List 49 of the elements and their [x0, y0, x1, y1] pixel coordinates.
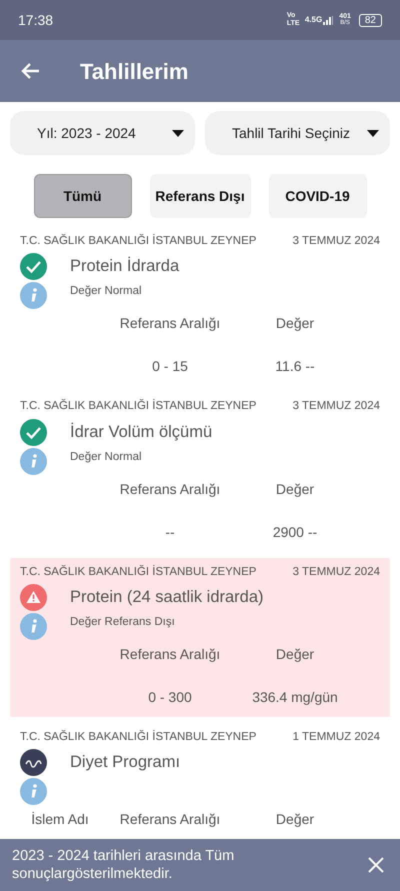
column-header: Referans Aralığı	[118, 644, 222, 664]
test-name: Protein (24 saatlik idrarda)	[70, 586, 264, 608]
table-cell-text: 336.4 mg/gün	[251, 688, 339, 707]
info-icon[interactable]	[20, 778, 47, 805]
table-cell-text: --	[164, 522, 176, 542]
column-header: İslem Adı	[30, 810, 90, 829]
test-name: İdrar Volüm ölçümü	[70, 422, 212, 443]
dropdown-caret-icon	[172, 130, 184, 136]
back-arrow-icon[interactable]	[20, 62, 40, 80]
close-icon[interactable]	[368, 857, 384, 873]
dropdown-caret-icon	[367, 130, 379, 136]
info-icon[interactable]	[20, 282, 47, 310]
institution-label: T.C. SAĞLIK BAKANLIĞI İSTANBUL ZEYNEP	[20, 729, 256, 745]
institution-label: T.C. SAĞLIK BAKANLIĞI İSTANBUL ZEYNEP	[20, 564, 256, 580]
result-date: 1 TEMMUZ 2024	[292, 730, 380, 745]
column-header: Değer	[274, 644, 316, 664]
column-header: Referans Aralığı	[118, 314, 222, 334]
filter-chip[interactable]: COVID-19	[268, 174, 366, 218]
result-date: 3 TEMMUZ 2024	[292, 399, 380, 414]
status-note: Değer Referans Dışı	[70, 614, 175, 630]
battery-indicator: 82	[358, 14, 382, 26]
status-note: Değer Normal	[70, 450, 142, 464]
filter-dropdown[interactable]: Tahlil Tarihi Seçiniz	[205, 111, 390, 155]
info-icon[interactable]	[20, 448, 47, 474]
test-name: Diyet Programı	[70, 752, 180, 774]
institution-label: T.C. SAĞLIK BAKANLIĞI İSTANBUL ZEYNEP	[20, 398, 256, 414]
column-header: Değer	[274, 810, 316, 829]
filter-chip[interactable]: Tümü	[34, 174, 132, 218]
signal-icon	[323, 16, 334, 24]
snackbar-message: 2023 - 2024 tarihleri arasında Tüm sonuçlargösterilmektedir.	[12, 847, 236, 883]
generation-label: 4.5G	[304, 14, 322, 26]
table-cell-text: 0 - 300	[147, 688, 193, 707]
table-cell-text: 11.6 --	[274, 357, 316, 376]
column-header: Değer	[274, 314, 316, 334]
status-note: Değer Normal	[70, 284, 142, 300]
column-header: Referans Aralığı	[118, 480, 222, 499]
filter-dropdown[interactable]: Yıl: 2023 - 2024	[10, 111, 195, 155]
institution-label: T.C. SAĞLIK BAKANLIĞI İSTANBUL ZEYNEP	[20, 233, 256, 249]
page-title: Tahlillerim	[80, 58, 188, 86]
result-date: 3 TEMMUZ 2024	[292, 234, 380, 249]
table-cell-text: 0 - 15	[151, 357, 189, 376]
result-date: 3 TEMMUZ 2024	[292, 564, 380, 580]
column-header: Değer	[274, 480, 316, 499]
column-header: Referans Aralığı	[118, 810, 222, 829]
filter-chip[interactable]: Referans Dışı	[150, 174, 250, 218]
table-cell-text: 2900 --	[272, 522, 318, 542]
test-name: Protein İdrarda	[70, 256, 180, 278]
info-icon[interactable]	[20, 612, 47, 640]
status-time: 17:38	[18, 10, 54, 30]
